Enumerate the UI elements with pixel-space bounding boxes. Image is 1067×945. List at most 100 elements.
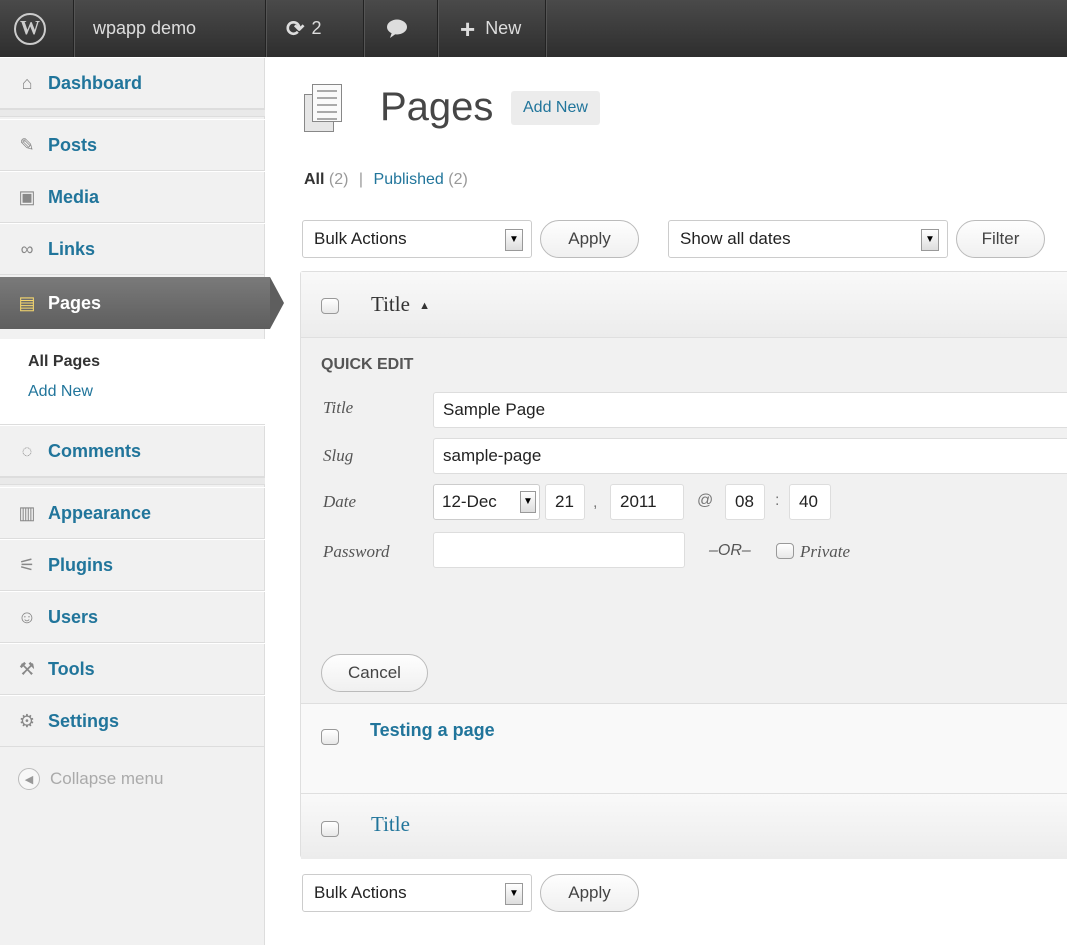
site-name-link[interactable]: wpapp demo: [93, 0, 196, 57]
speech-bubble-icon: ◌: [21, 440, 33, 461]
apply-label: Apply: [568, 229, 611, 248]
divider: [363, 0, 364, 57]
wordpress-logo-button[interactable]: W: [14, 0, 54, 57]
quick-edit-heading: QUICK EDIT: [321, 356, 414, 373]
menu-separator: [0, 477, 265, 485]
camera-icon: ▣: [18, 186, 36, 207]
settings-icon: ⚙: [18, 710, 36, 731]
bulk-actions-value: Bulk Actions: [314, 883, 407, 902]
speech-bubble-icon: [387, 19, 407, 38]
pages-icon: [304, 84, 346, 132]
date-filter-select[interactable]: Show all dates ▼: [668, 220, 948, 258]
collapse-label: Collapse menu: [50, 769, 164, 788]
apply-button-top[interactable]: Apply: [540, 220, 639, 258]
bulk-actions-select-bottom[interactable]: Bulk Actions ▼: [302, 874, 532, 912]
updates-count: 2: [311, 18, 322, 38]
title-label: Title: [323, 398, 354, 417]
column-title-label: Title: [371, 292, 410, 316]
menu-item-comments[interactable]: ◌ Comments: [0, 425, 265, 477]
menu-label: Tools: [48, 658, 95, 679]
menu-item-settings[interactable]: ⚙ Settings: [0, 695, 265, 747]
menu-item-users[interactable]: ☺ Users: [0, 591, 265, 643]
dropdown-arrow-icon: ▼: [505, 883, 523, 905]
select-all-checkbox-footer[interactable]: [321, 821, 339, 837]
menu-item-dashboard[interactable]: ⌂ Dashboard: [0, 57, 265, 109]
pages-table: Title ▲ QUICK EDIT Title Sample Page Slu…: [300, 271, 1067, 859]
menu-label: Pages: [48, 292, 102, 313]
date-at: @: [697, 492, 714, 509]
tools-icon: ⚒: [18, 658, 36, 679]
chain-link-icon: ∞: [20, 238, 34, 259]
or-separator: –OR–: [709, 542, 751, 559]
menu-item-plugins[interactable]: ⚟ Plugins: [0, 539, 265, 591]
filter-published-count: (2): [448, 171, 468, 188]
submenu-item-all-pages[interactable]: All Pages: [28, 347, 265, 377]
filter-all[interactable]: All: [304, 171, 324, 188]
year-field[interactable]: 2011: [610, 484, 684, 520]
menu-item-tools[interactable]: ⚒ Tools: [0, 643, 265, 695]
bulk-actions-select-top[interactable]: Bulk Actions ▼: [302, 220, 532, 258]
apply-button-bottom[interactable]: Apply: [540, 874, 639, 912]
cancel-button[interactable]: Cancel: [321, 654, 428, 692]
collapse-arrow-icon: ◀: [18, 768, 40, 790]
title-field[interactable]: Sample Page: [433, 392, 1067, 428]
date-filter-value: Show all dates: [680, 229, 791, 248]
day-field[interactable]: 21: [545, 484, 585, 520]
dropdown-arrow-icon: ▼: [505, 229, 523, 251]
pages-icon: ▤: [18, 292, 36, 313]
collapse-menu-button[interactable]: ◀ Collapse menu: [18, 768, 163, 790]
menu-item-pages[interactable]: ▤ Pages: [0, 277, 284, 329]
row-title-link[interactable]: Testing a page: [370, 720, 495, 741]
date-label: Date: [323, 492, 357, 511]
filter-all-count: (2): [328, 171, 349, 188]
month-select[interactable]: 12-Dec ▼: [433, 484, 540, 520]
submenu-item-add-new[interactable]: Add New: [28, 377, 265, 407]
updates-button[interactable]: ⟳ 2: [286, 0, 321, 57]
private-checkbox[interactable]: [776, 543, 794, 559]
menu-item-media[interactable]: ▣ Media: [0, 171, 265, 223]
filter-separator: |: [358, 171, 364, 188]
divider: [545, 0, 546, 57]
admin-bar: W wpapp demo ⟳ 2 + New: [0, 0, 1067, 57]
add-new-button[interactable]: Add New: [511, 91, 600, 125]
menu-label: Plugins: [48, 554, 114, 575]
column-title-footer[interactable]: Title: [371, 812, 410, 837]
divider: [73, 0, 74, 57]
filter-label: Filter: [981, 229, 1020, 248]
hour-field[interactable]: 08: [725, 484, 765, 520]
menu-item-posts[interactable]: ✎ Posts: [0, 119, 265, 171]
time-colon: :: [775, 492, 780, 509]
comments-button[interactable]: [386, 0, 408, 57]
table-footer: Title: [301, 794, 1067, 859]
menu-label: Users: [48, 606, 99, 627]
row-checkbox[interactable]: [321, 729, 339, 745]
sort-ascending-icon: ▲: [419, 300, 431, 313]
column-title-header[interactable]: Title ▲: [371, 292, 430, 317]
divider: [437, 0, 438, 57]
table-header: Title ▲: [301, 272, 1067, 338]
filter-published[interactable]: Published: [374, 171, 444, 188]
select-all-checkbox[interactable]: [321, 298, 339, 314]
filter-button[interactable]: Filter: [956, 220, 1045, 258]
menu-label: Appearance: [48, 502, 152, 523]
home-icon: ⌂: [21, 72, 33, 93]
new-content-button[interactable]: + New: [460, 0, 521, 57]
menu-separator: [0, 109, 265, 117]
pages-submenu: All Pages Add New: [0, 339, 265, 425]
slug-label: Slug: [323, 446, 354, 465]
menu-label: Dashboard: [48, 72, 143, 93]
refresh-icon: ⟳: [286, 15, 305, 41]
private-label: Private: [800, 542, 851, 561]
slug-field[interactable]: sample-page: [433, 438, 1067, 474]
menu-item-appearance[interactable]: ▥ Appearance: [0, 487, 265, 539]
pushpin-icon: ✎: [19, 134, 35, 155]
menu-item-links[interactable]: ∞ Links: [0, 223, 265, 275]
quick-edit-panel: QUICK EDIT Title Sample Page Slug sample…: [301, 338, 1067, 704]
minute-field[interactable]: 40: [789, 484, 831, 520]
appearance-icon: ▥: [18, 502, 36, 523]
menu-label: Comments: [48, 440, 142, 461]
password-field[interactable]: [433, 532, 685, 568]
menu-label: Posts: [48, 134, 98, 155]
bulk-actions-value: Bulk Actions: [314, 229, 407, 248]
dropdown-arrow-icon: ▼: [921, 229, 939, 251]
